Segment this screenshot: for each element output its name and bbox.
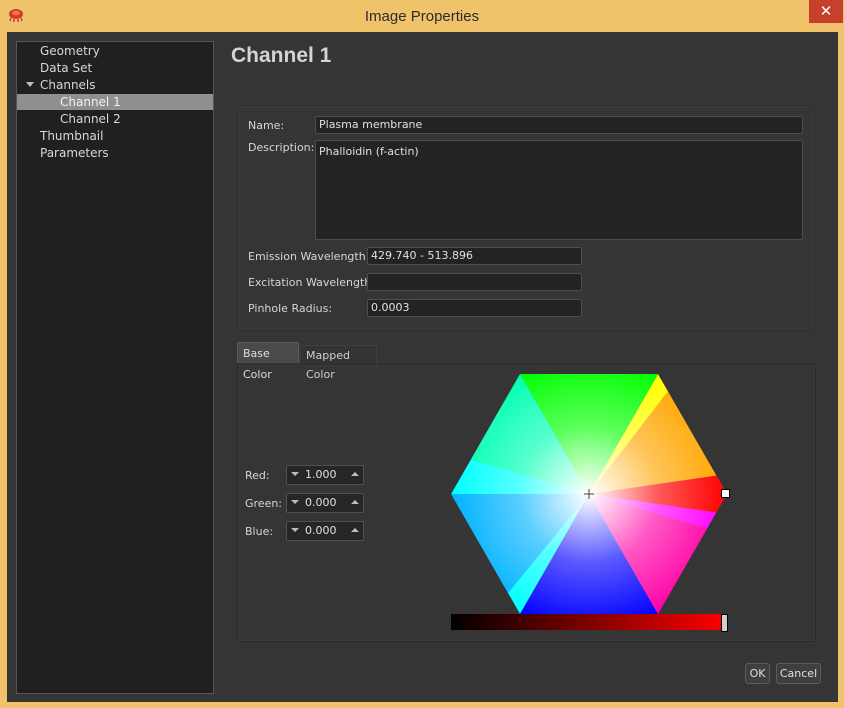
tab-mapped-color[interactable]: Mapped Color (300, 345, 377, 381)
tree-item-data-set[interactable]: Data Set (40, 60, 92, 76)
tree-item-channel-2[interactable]: Channel 2 (60, 111, 121, 127)
increment-arrow-icon[interactable] (351, 500, 359, 504)
red-label: Red: (245, 469, 270, 482)
red-value[interactable]: 1.000 (305, 468, 337, 481)
pinhole-radius-label: Pinhole Radius: (248, 302, 333, 315)
dialog-client-area: Geometry Data Set Channels Channel 1 Cha… (7, 32, 838, 702)
name-field[interactable]: Plasma membrane (315, 116, 803, 134)
increment-arrow-icon[interactable] (351, 472, 359, 476)
tab-base-color[interactable]: Base Color (237, 342, 299, 381)
name-label: Name: (248, 119, 285, 132)
blue-label: Blue: (245, 525, 274, 538)
close-button[interactable]: ✕ (809, 0, 843, 23)
tree-item-channels[interactable]: Channels (40, 77, 96, 93)
hue-handle[interactable] (721, 489, 730, 498)
color-hexagon-picker[interactable] (451, 374, 727, 614)
title-bar: Image Properties ✕ (0, 0, 844, 32)
tree-item-thumbnail[interactable]: Thumbnail (40, 128, 103, 144)
description-label: Description: (248, 141, 315, 154)
close-icon: ✕ (819, 2, 833, 20)
description-field[interactable]: Phalloidin (f-actin) (315, 140, 803, 240)
pinhole-radius-field[interactable]: 0.0003 (367, 299, 582, 317)
expand-arrow-icon[interactable] (26, 82, 34, 87)
blue-value[interactable]: 0.000 (305, 524, 337, 537)
emission-wavelength-label: Emission Wavelength: (248, 250, 370, 263)
blue-spinbox[interactable]: 0.000 (286, 521, 364, 541)
window-title: Image Properties (364, 8, 480, 25)
decrement-arrow-icon[interactable] (291, 500, 299, 504)
ok-button[interactable]: OK (745, 663, 770, 684)
green-label: Green: (245, 497, 283, 510)
tree-item-parameters[interactable]: Parameters (40, 145, 109, 161)
red-spinbox[interactable]: 1.000 (286, 465, 364, 485)
emission-wavelength-field[interactable]: 429.740 - 513.896 (367, 247, 582, 265)
navigation-tree[interactable]: Geometry Data Set Channels Channel 1 Cha… (16, 41, 214, 694)
tree-item-channel-1[interactable]: Channel 1 (17, 94, 213, 110)
cancel-button[interactable]: Cancel (776, 663, 821, 684)
decrement-arrow-icon[interactable] (291, 528, 299, 532)
excitation-wavelength-field[interactable] (367, 273, 582, 291)
decrement-arrow-icon[interactable] (291, 472, 299, 476)
green-spinbox[interactable]: 0.000 (286, 493, 364, 513)
increment-arrow-icon[interactable] (351, 528, 359, 532)
excitation-wavelength-label: Excitation Wavelength: (248, 276, 375, 289)
brightness-gradient-slider[interactable] (451, 614, 727, 630)
green-value[interactable]: 0.000 (305, 496, 337, 509)
tree-item-geometry[interactable]: Geometry (40, 43, 100, 59)
brightness-slider-handle[interactable] (721, 614, 728, 632)
page-title: Channel 1 (231, 44, 332, 67)
